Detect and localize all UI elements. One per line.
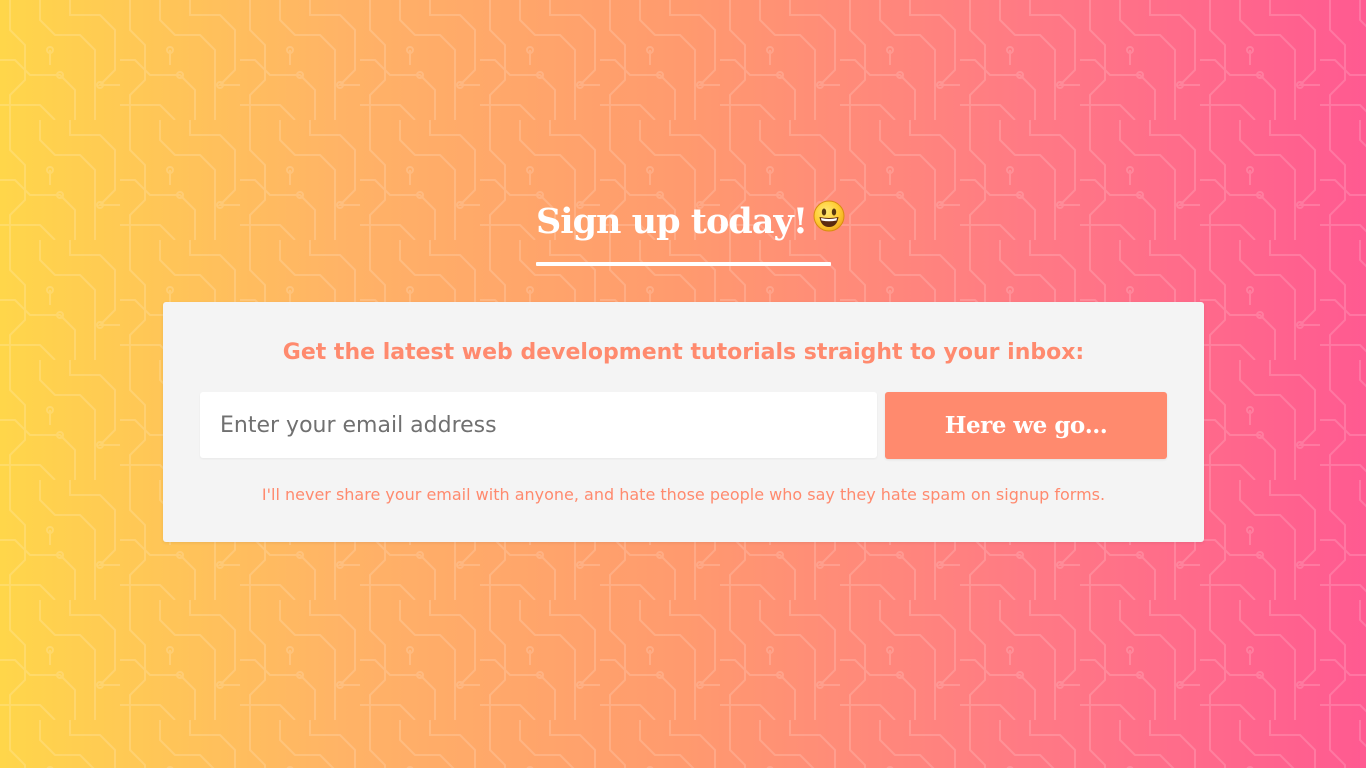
grinning-face-icon — [813, 195, 845, 247]
privacy-disclaimer: I'll never share your email with anyone,… — [261, 485, 1106, 504]
page-title-text: Sign up today! — [536, 201, 808, 242]
email-input[interactable] — [200, 392, 877, 458]
submit-button[interactable]: Here we go… — [885, 392, 1167, 459]
heading-container: Sign up today! — [536, 196, 845, 250]
page-title: Sign up today! — [536, 196, 845, 250]
signup-card: Get the latest web development tutorials… — [163, 302, 1204, 542]
signup-card-title: Get the latest web development tutorials… — [282, 340, 1085, 365]
heading-underline — [536, 262, 831, 266]
